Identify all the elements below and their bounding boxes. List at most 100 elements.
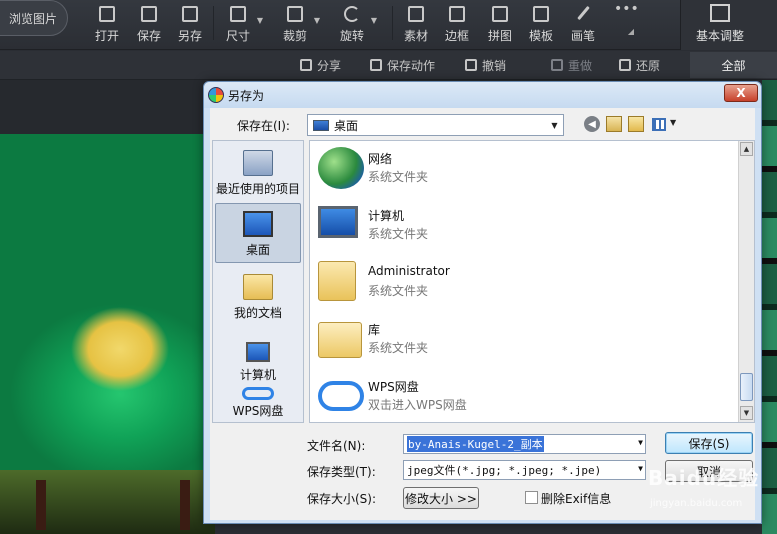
up-folder-icon[interactable] bbox=[606, 116, 622, 132]
filename-value: by-Anais-Kugel-2_副本 bbox=[407, 436, 544, 452]
resize-button[interactable]: 修改大小 >> bbox=[403, 487, 479, 509]
save-as-icon bbox=[182, 6, 198, 22]
desktop-icon bbox=[243, 211, 273, 237]
scroll-up-icon[interactable]: ▲ bbox=[740, 142, 753, 156]
tool-border[interactable]: 边框 bbox=[444, 2, 470, 44]
dialog-body: 保存在(I): 桌面 ▼ ◀ ▼ 最近使用的项目 桌面 我的文档 计算机 WPS… bbox=[210, 108, 755, 520]
redo-icon bbox=[551, 59, 563, 71]
back-icon[interactable]: ◀ bbox=[584, 116, 600, 132]
save-as-dialog: 另存为 X 保存在(I): 桌面 ▼ ◀ ▼ 最近使用的项目 桌面 我的文档 计… bbox=[203, 81, 762, 524]
place-computer[interactable]: 计算机 bbox=[215, 327, 301, 387]
place-desktop[interactable]: 桌面 bbox=[215, 203, 301, 263]
tool-label: 打开 bbox=[94, 29, 119, 43]
place-recent-items[interactable]: 最近使用的项目 bbox=[215, 141, 301, 201]
new-folder-icon[interactable] bbox=[628, 116, 644, 132]
filetype-select[interactable]: jpeg文件(*.jpg; *.jpeg; *.jpe) ▼ bbox=[403, 460, 646, 480]
place-documents[interactable]: 我的文档 bbox=[215, 265, 301, 325]
chevron-down-icon[interactable]: ▼ bbox=[257, 16, 263, 25]
undo-label: 撤销 bbox=[482, 58, 507, 73]
open-icon bbox=[99, 6, 115, 22]
desktop-icon bbox=[313, 120, 329, 131]
browse-images-button[interactable]: 浏览图片 bbox=[0, 0, 68, 36]
list-item[interactable]: 库 系统文件夹 bbox=[316, 314, 736, 368]
chevron-down-icon[interactable]: ▼ bbox=[371, 16, 377, 25]
restore-label: 还原 bbox=[636, 58, 661, 73]
network-icon bbox=[318, 147, 364, 189]
template-icon bbox=[533, 6, 549, 22]
tab-all[interactable]: 全部 bbox=[690, 52, 777, 78]
save-action-button[interactable]: 保存动作 bbox=[370, 57, 435, 73]
chevron-down-icon[interactable]: ▼ bbox=[638, 464, 643, 473]
cloud-icon bbox=[242, 387, 274, 400]
tool-resize[interactable]: 尺寸 ▼ bbox=[225, 2, 263, 44]
basic-adjust-button[interactable]: 基本调整 bbox=[680, 2, 760, 44]
app-logo-icon bbox=[208, 87, 224, 103]
place-wps-cloud[interactable]: WPS网盘 bbox=[215, 387, 301, 423]
tool-label: 画笔 bbox=[570, 29, 595, 43]
tool-crop[interactable]: 裁剪 ▼ bbox=[282, 2, 320, 44]
restore-icon bbox=[619, 59, 631, 71]
computer-icon bbox=[318, 206, 358, 238]
chevron-down-icon[interactable]: ▼ bbox=[314, 16, 320, 25]
list-item[interactable]: 计算机 系统文件夹 bbox=[316, 200, 736, 254]
share-button[interactable]: 分享 bbox=[300, 57, 341, 73]
list-item[interactable]: WPS网盘 双击进入WPS网盘 bbox=[316, 371, 736, 425]
share-icon bbox=[300, 59, 312, 71]
save-in-label: 保存在(I): bbox=[237, 119, 290, 133]
file-list[interactable]: 网络 系统文件夹 计算机 系统文件夹 Administrator 系统文件夹 库… bbox=[309, 140, 755, 423]
restore-button[interactable]: 还原 bbox=[619, 57, 660, 73]
baidu-watermark-logo: Baidu经验 bbox=[648, 466, 760, 490]
tool-open[interactable]: 打开 bbox=[94, 2, 120, 44]
tool-more[interactable]: ••• bbox=[612, 1, 639, 44]
photo-detail bbox=[180, 480, 190, 530]
item-description: 系统文件夹 bbox=[368, 341, 429, 355]
scrollbar-thumb[interactable] bbox=[740, 373, 753, 401]
place-label: WPS网盘 bbox=[232, 404, 284, 418]
dialog-titlebar[interactable]: 另存为 X bbox=[204, 82, 761, 108]
save-icon bbox=[141, 6, 157, 22]
list-item[interactable]: 网络 系统文件夹 bbox=[316, 143, 736, 197]
vertical-scrollbar[interactable]: ▲ ▼ bbox=[738, 141, 754, 422]
view-menu-icon[interactable] bbox=[652, 118, 666, 131]
photo-detail bbox=[36, 480, 46, 530]
tool-save[interactable]: 保存 bbox=[136, 2, 162, 44]
toolbar-divider bbox=[392, 6, 393, 40]
filetype-label: 保存类型(T): bbox=[307, 465, 376, 479]
exif-checkbox[interactable] bbox=[525, 491, 538, 504]
item-description: 双击进入WPS网盘 bbox=[368, 398, 467, 412]
redo-button[interactable]: 重做 bbox=[551, 57, 592, 73]
place-label: 桌面 bbox=[245, 243, 270, 257]
more-icon: ••• bbox=[614, 1, 639, 17]
save-button[interactable]: 保存(S) bbox=[665, 432, 753, 454]
thumbnail-strip[interactable] bbox=[762, 80, 777, 534]
tool-label: 保存 bbox=[136, 29, 161, 43]
tool-brush[interactable]: 画笔 bbox=[570, 2, 596, 44]
tool-label: 旋转 bbox=[339, 29, 364, 43]
tool-save-as[interactable]: 另存 bbox=[177, 2, 203, 44]
chevron-down-icon[interactable]: ▼ bbox=[670, 118, 676, 127]
tool-collage[interactable]: 拼图 bbox=[487, 2, 513, 44]
recent-items-icon bbox=[243, 150, 273, 176]
close-button[interactable]: X bbox=[724, 84, 758, 102]
item-name: 计算机 bbox=[368, 209, 405, 223]
tool-material[interactable]: 素材 bbox=[403, 2, 429, 44]
expand-arrow-icon[interactable]: ◢ bbox=[626, 24, 636, 36]
save-location-select[interactable]: 桌面 ▼ bbox=[307, 114, 564, 136]
undo-button[interactable]: 撤销 bbox=[465, 57, 506, 73]
filename-input[interactable]: by-Anais-Kugel-2_副本 ▼ bbox=[403, 434, 646, 454]
dialog-title: 另存为 bbox=[228, 89, 265, 103]
filename-label: 文件名(N): bbox=[307, 439, 366, 453]
tool-rotate[interactable]: 旋转 ▼ bbox=[339, 2, 377, 44]
scroll-down-icon[interactable]: ▼ bbox=[740, 406, 753, 420]
tool-template[interactable]: 模板 bbox=[528, 2, 554, 44]
tool-label: 素材 bbox=[403, 29, 428, 43]
list-item[interactable]: Administrator 系统文件夹 bbox=[316, 257, 736, 311]
place-label: 最近使用的项目 bbox=[215, 182, 300, 196]
close-icon: X bbox=[736, 86, 746, 100]
chevron-down-icon[interactable]: ▼ bbox=[546, 115, 563, 135]
share-label: 分享 bbox=[317, 58, 342, 73]
chevron-down-icon[interactable]: ▼ bbox=[638, 438, 643, 447]
border-icon bbox=[449, 6, 465, 22]
tool-label: 边框 bbox=[444, 29, 469, 43]
save-action-label: 保存动作 bbox=[387, 58, 436, 73]
